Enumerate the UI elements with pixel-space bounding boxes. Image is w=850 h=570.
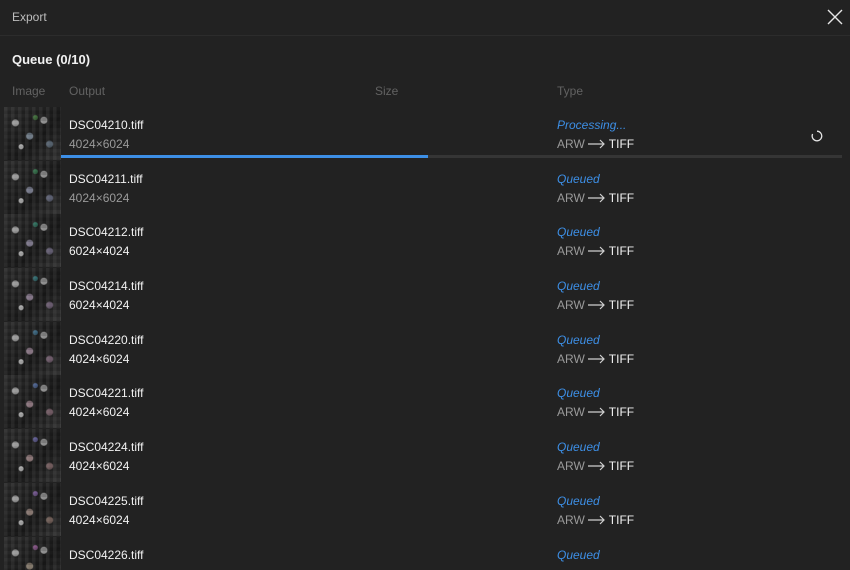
- output-filename: DSC04211.tiff: [69, 171, 143, 186]
- output-dimensions: 4024×6024: [69, 351, 130, 366]
- queue-row[interactable]: DSC04225.tiff 4024×6024 Queued ARW TIFF: [0, 482, 850, 537]
- image-thumbnail: [4, 375, 61, 429]
- format-conversion: ARW TIFF: [557, 352, 634, 367]
- image-thumbnail: [4, 482, 61, 536]
- queue-row[interactable]: DSC04226.tiff Queued: [0, 536, 850, 570]
- status-label: Queued: [557, 547, 600, 562]
- output-filename: DSC04210.tiff: [69, 118, 144, 132]
- output-filename: DSC04212.tiff: [69, 225, 144, 240]
- source-format: ARW: [557, 190, 585, 205]
- target-format: TIFF: [608, 351, 635, 366]
- export-window: Export Queue (0/10) Image Output Size Ty…: [0, 0, 850, 570]
- image-thumbnail: [4, 321, 61, 375]
- source-format: ARW: [557, 459, 585, 474]
- output-dimensions: 6024×4024: [69, 244, 130, 259]
- queue-row[interactable]: DSC04224.tiff 4024×6024 Queued ARW TIFF: [0, 429, 850, 483]
- output-dimensions: 4024×6024: [69, 459, 130, 474]
- image-thumbnail: [4, 536, 61, 570]
- column-header-type: Type: [557, 84, 584, 98]
- image-thumbnail: [4, 160, 61, 214]
- format-conversion: ARW TIFF: [557, 298, 634, 313]
- image-thumbnail: [4, 429, 61, 483]
- target-format: TIFF: [608, 244, 635, 259]
- output-filename: DSC04224.tiff: [69, 440, 144, 455]
- close-icon: [827, 9, 843, 25]
- output-dimensions: 4024×6024: [69, 405, 130, 420]
- status-label: Processing...: [557, 118, 627, 132]
- target-format: TIFF: [608, 405, 635, 420]
- source-format: ARW: [557, 351, 585, 366]
- arrow-right-icon: [587, 138, 606, 152]
- arrow-right-icon: [587, 299, 606, 313]
- target-format: TIFF: [608, 190, 635, 205]
- queue-heading: Queue (0/10): [12, 52, 91, 67]
- title-bar: Export: [0, 0, 850, 36]
- source-format: ARW: [557, 137, 585, 151]
- arrow-right-icon: [587, 192, 606, 206]
- target-format: TIFF: [608, 512, 635, 527]
- status-label: Queued: [557, 386, 600, 401]
- image-thumbnail: [4, 268, 61, 322]
- queue-row[interactable]: DSC04210.tiff 4024×6024 Processing... ARW TI…: [0, 107, 850, 161]
- image-thumbnail: [4, 214, 61, 268]
- format-conversion: ARW TIFF: [557, 137, 634, 152]
- image-thumbnail: [4, 107, 61, 160]
- status-label: Queued: [557, 279, 600, 294]
- column-header-size: Size: [375, 84, 399, 98]
- status-label: Queued: [557, 493, 600, 508]
- queue-row[interactable]: DSC04212.tiff 6024×4024 Queued ARW TIFF: [0, 214, 850, 268]
- queue-row[interactable]: DSC04221.tiff 4024×6024 Queued ARW TIFF: [0, 375, 850, 429]
- arrow-right-icon: [587, 245, 606, 259]
- source-format: ARW: [557, 244, 585, 259]
- format-conversion: ARW TIFF: [557, 513, 634, 528]
- status-label: Queued: [557, 171, 600, 186]
- column-headers: Image Output Size Type: [0, 84, 850, 98]
- output-dimensions: 6024×4024: [69, 298, 130, 313]
- arrow-right-icon: [587, 460, 606, 474]
- queue-row[interactable]: DSC04214.tiff 6024×4024 Queued ARW TIFF: [0, 268, 850, 322]
- output-filename: DSC04225.tiff: [69, 493, 144, 508]
- status-label: Queued: [557, 440, 600, 455]
- format-conversion: ARW TIFF: [557, 191, 634, 206]
- output-dimensions: 4024×6024: [69, 512, 130, 527]
- queue-row[interactable]: DSC04220.tiff 4024×6024 Queued ARW TIFF: [0, 321, 850, 376]
- arrow-right-icon: [587, 406, 606, 420]
- status-label: Queued: [557, 332, 600, 347]
- output-dimensions: 4024×6024: [69, 190, 130, 205]
- source-format: ARW: [557, 512, 585, 527]
- column-header-output: Output: [69, 84, 106, 98]
- target-format: TIFF: [608, 459, 635, 474]
- arrow-right-icon: [587, 514, 606, 528]
- window-title: Export: [12, 10, 47, 24]
- output-filename: DSC04214.tiff: [69, 279, 144, 294]
- loading-spinner-icon: [811, 129, 823, 142]
- status-label: Queued: [557, 225, 600, 240]
- output-filename: DSC04226.tiff: [69, 547, 144, 562]
- arrow-right-icon: [587, 353, 606, 367]
- format-conversion: ARW TIFF: [557, 405, 634, 420]
- source-format: ARW: [557, 298, 585, 313]
- output-dimensions: 4024×6024: [69, 137, 130, 151]
- target-format: TIFF: [608, 137, 635, 151]
- source-format: ARW: [557, 405, 585, 420]
- output-filename: DSC04221.tiff: [69, 386, 144, 401]
- column-header-image: Image: [12, 84, 46, 98]
- format-conversion: ARW TIFF: [557, 459, 634, 474]
- queue-row[interactable]: DSC04211.tiff 4024×6024 Queued ARW TIFF: [0, 160, 850, 215]
- progress-bar: [61, 155, 842, 158]
- output-filename: DSC04220.tiff: [69, 332, 144, 347]
- close-button[interactable]: [824, 6, 846, 28]
- target-format: TIFF: [608, 298, 635, 313]
- queue-list: DSC04210.tiff 4024×6024 Processing... ARW TI…: [0, 107, 850, 570]
- progress-bar-fill: [61, 155, 429, 158]
- format-conversion: ARW TIFF: [557, 244, 634, 259]
